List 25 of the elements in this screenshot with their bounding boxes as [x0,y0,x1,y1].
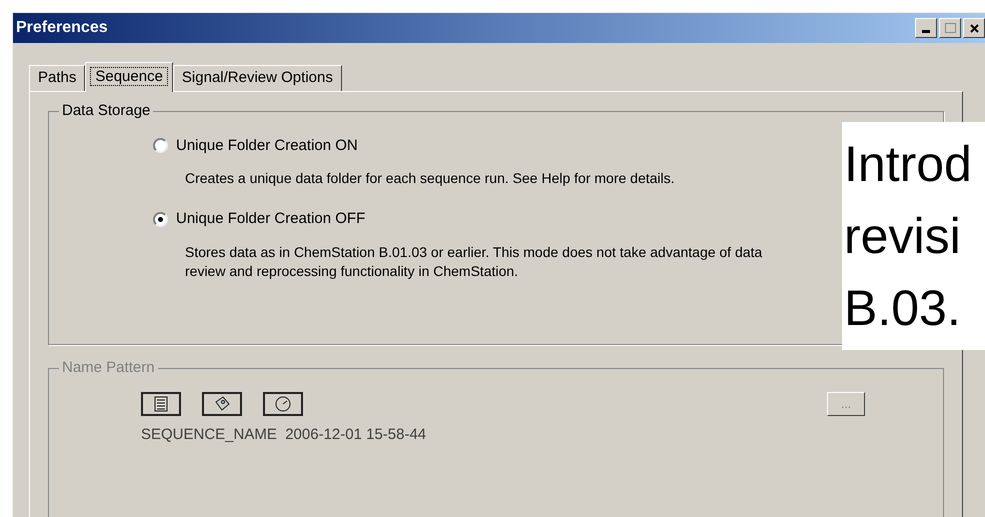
group-title: Data Storage [61,101,152,121]
maximize-icon [944,23,956,33]
option-description: Stores data as in ChemStation B.01.03 or earlier. This mode does not take advantage of data review and reprocessing functionality in ChemStation. [185,242,764,280]
radio-button[interactable] [153,212,168,227]
window-title: Preferences [16,18,108,38]
pattern-button[interactable] [141,392,181,416]
minimize-icon [922,30,930,33]
tab[interactable]: Sequence [85,62,173,92]
tab[interactable]: Paths [29,65,86,91]
minimize-button[interactable] [915,18,937,38]
slide-text: B.03. [844,279,962,338]
group-title: Name Pattern [61,358,156,378]
slide-text: Introd [844,135,973,194]
slide-text: revisi [844,207,962,266]
tab[interactable]: Signal/Review Options [172,65,342,91]
option-label: Unique Folder Creation ON [176,136,358,156]
pattern-preview: SEQUENCE_NAME 2006-12-01 15-58-44 [141,424,428,444]
option-description: Creates a unique data folder for each sequence run. See Help for more details. [185,169,676,188]
close-button[interactable] [963,18,985,38]
maximize-button[interactable] [939,18,961,38]
pattern-button[interactable] [202,392,242,416]
close-icon [970,24,978,32]
pattern-button[interactable] [263,392,303,416]
option-label: Unique Folder Creation OFF [176,209,366,229]
radio-button[interactable] [153,138,168,154]
